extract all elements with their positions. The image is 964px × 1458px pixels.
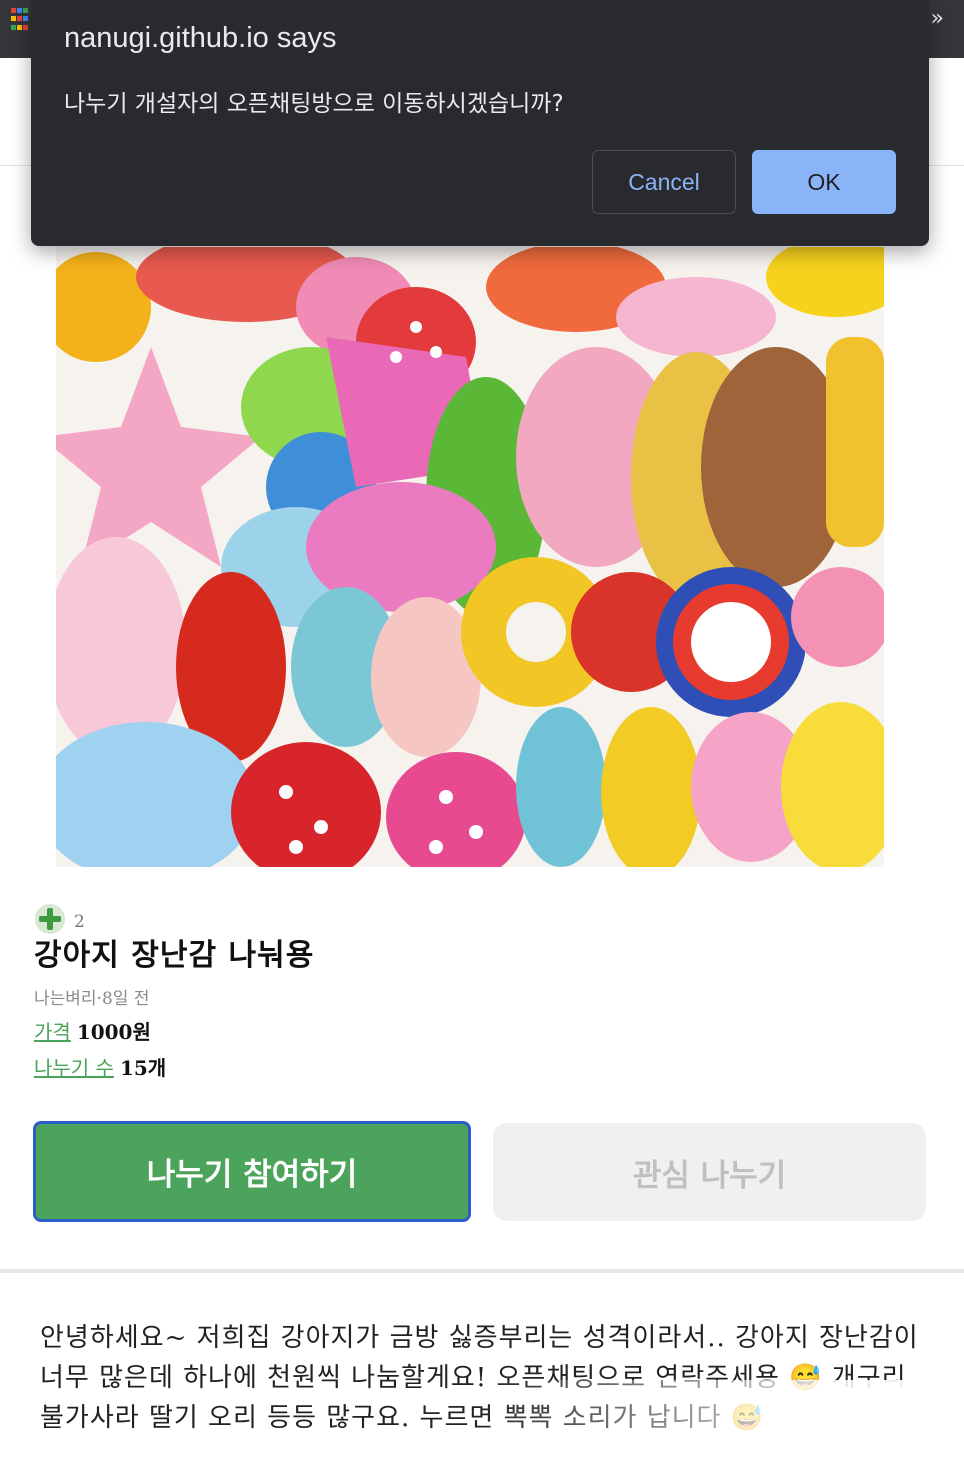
author-time: 나는벼리·8일 전 — [34, 989, 150, 1009]
like-count: 2 — [74, 912, 85, 932]
product-image — [56, 247, 884, 867]
dialog-message: 나누기 개설자의 오픈채팅방으로 이동하시겠습니까? — [64, 91, 564, 117]
alert-dialog: nanugi.github.io says 나누기 개설자의 오픈채팅방으로 이… — [31, 0, 929, 246]
page: » 2 강아지 장난감 나눠용 나는벼리·8일 전 가격 1000원 나누기 수… — [0, 0, 964, 1458]
share-count-label[interactable]: 나누기 수 — [34, 1056, 114, 1080]
dog-toys-photo-icon — [56, 247, 884, 867]
interest-button[interactable]: 관심 나누기 — [493, 1123, 926, 1221]
price-label[interactable]: 가격 — [34, 1020, 71, 1044]
dialog-title: nanugi.github.io says — [64, 22, 337, 54]
apps-grid-icon[interactable] — [11, 8, 29, 32]
scroll-fade-overlay — [480, 1380, 964, 1458]
cancel-button[interactable]: Cancel — [592, 150, 736, 214]
bookmarks-overflow-icon[interactable]: » — [931, 6, 944, 31]
ok-button[interactable]: OK — [752, 150, 896, 214]
product-title: 강아지 장난감 나눠용 — [34, 938, 315, 973]
join-share-button[interactable]: 나누기 참여하기 — [33, 1121, 471, 1222]
section-divider — [0, 1269, 964, 1273]
share-count-value: 15개 — [119, 1056, 167, 1080]
share-count-row: 나누기 수 15개 — [34, 1052, 166, 1081]
price-value: 1000원 — [76, 1020, 151, 1044]
price-row: 가격 1000원 — [34, 1016, 151, 1045]
